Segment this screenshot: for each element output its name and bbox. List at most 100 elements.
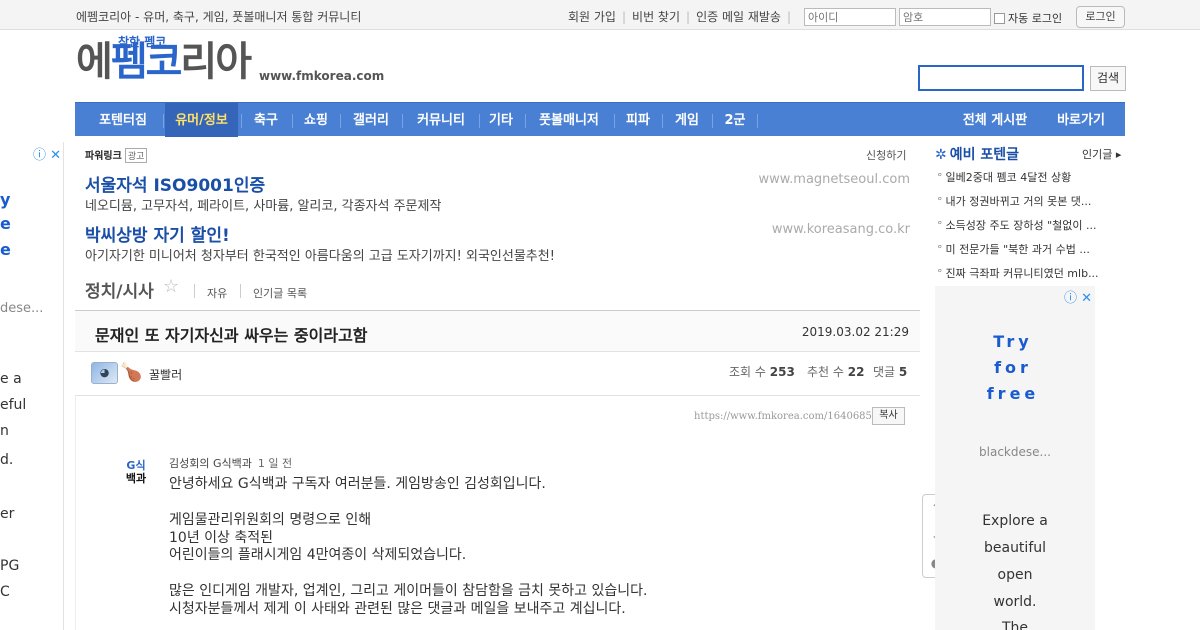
ad-text: d. (0, 452, 14, 468)
nav-item-etc[interactable]: 기타 (483, 103, 519, 137)
logo-part: 에 (76, 39, 113, 85)
votes-label: 추천 수 (807, 365, 844, 379)
site-logo[interactable]: 에펨코리아 (76, 39, 252, 85)
nav-separator (241, 114, 242, 128)
ad-text: beautiful (983, 540, 1047, 556)
bullet-icon: ° (937, 267, 943, 280)
find-password-link[interactable]: 비번 찾기 (632, 10, 680, 24)
ad-title[interactable]: 서울자석 ISO9001인증 (85, 171, 265, 196)
separator: | (786, 10, 792, 24)
comments-value: 5 (898, 365, 908, 379)
left-side-ad[interactable]: ⓘ ✕ y e e dese... e a eful n d. er PG C (0, 142, 64, 630)
ad-url[interactable]: www.magnetseoul.com (720, 172, 910, 187)
nav-item-potent[interactable]: 포텐터짐 (89, 103, 157, 137)
nav-item-fifa[interactable]: 피파 (620, 103, 656, 137)
resend-mail-link[interactable]: 인증 메일 재발송 (696, 10, 781, 24)
nav-item-game[interactable]: 게임 (668, 103, 706, 137)
nav-item-soccer[interactable]: 축구 (245, 103, 287, 137)
ad-info-icon[interactable]: ⓘ ✕ (1064, 287, 1092, 306)
nav-item-community[interactable]: 커뮤니티 (408, 103, 474, 137)
nav-item-gallery[interactable]: 갤러리 (345, 103, 397, 137)
nav-separator (662, 114, 663, 128)
potential-posts-heading: ✲ 예비 포텐글 (935, 144, 1019, 164)
ad-info-icon[interactable]: ⓘ ✕ (33, 144, 61, 163)
potential-post-item[interactable]: ° 일베2중대 펨코 4달전 상황 (937, 169, 1123, 185)
nav-item-football-manager[interactable]: 풋볼매니저 (530, 103, 608, 137)
ad-text: open (997, 567, 1033, 583)
short-url-link[interactable]: https://www.fmkorea.com/1640685863 (694, 411, 891, 422)
ad-url[interactable]: www.koreasang.co.kr (720, 222, 910, 237)
nav-separator (614, 114, 615, 128)
potential-post-item[interactable]: ° 미 전문가들 "북한 과거 수법 ... (937, 241, 1123, 257)
user-id-input[interactable] (804, 8, 896, 26)
bullet-icon: ° (937, 195, 943, 208)
board-title[interactable]: 정치/시사 (85, 277, 154, 302)
bullet-icon: ° (937, 171, 943, 184)
auto-login-checkbox[interactable]: 자동 로그인 (994, 10, 1062, 26)
nav-separator (712, 114, 713, 128)
comments-label: 댓글 (873, 365, 896, 379)
auto-login-label: 자동 로그인 (1008, 12, 1063, 25)
votes-value: 22 (847, 365, 865, 379)
ad-text: PG (0, 558, 20, 574)
channel-name: 김성회의 G식백과 (169, 457, 252, 470)
potential-post-item[interactable]: ° 진짜 극좌파 커뮤니티였던 mlb... (937, 265, 1123, 281)
nav-item-shopping[interactable]: 쇼핑 (297, 103, 335, 137)
potential-post-title: 진짜 극좌파 커뮤니티였던 mlb... (945, 267, 1099, 280)
ad-text: dese... (0, 301, 44, 316)
search-button[interactable]: 검색 (1090, 66, 1126, 91)
channel-logo-bottom: 백과 (125, 472, 147, 485)
signup-link[interactable]: 회원 가입 (568, 10, 616, 24)
channel-logo-top: G식 (126, 459, 146, 472)
ad-text: Explore a (982, 513, 1048, 529)
ad-text: C (0, 584, 10, 600)
ad-description: 아기자기한 미니어처 청자부터 한국적인 아름다움의 고급 도자기까지! 외국인… (85, 249, 555, 264)
right-side-ad[interactable]: ⓘ ✕ Try for free blackdese... Explore a … (935, 286, 1095, 630)
star-icon[interactable]: ☆ (163, 276, 179, 297)
nav-item-humor[interactable]: 유머/정보 (165, 103, 238, 137)
potential-post-item[interactable]: ° 소득성장 주도 장하성 "철없이 ... (937, 217, 1123, 233)
pin-icon: ✲ (935, 147, 947, 163)
avatar[interactable]: ◕ (91, 362, 118, 384)
password-input[interactable] (899, 8, 991, 26)
main-nav: 포텐터짐 유머/정보 축구 쇼핑 갤러리 커뮤니티 기타 풋볼매니저 피파 게임… (75, 102, 1125, 137)
bullet-icon: ° (937, 243, 943, 256)
views-label: 조회 수 (729, 365, 766, 379)
search-input[interactable] (918, 65, 1084, 91)
author-nickname[interactable]: 꿀빨러 (149, 366, 182, 383)
board-link-popular[interactable]: 인기글 목록 (253, 285, 307, 301)
potential-post-title: 일베2중대 펨코 4달전 상황 (945, 171, 1072, 184)
logo-part: 리아 (180, 39, 252, 85)
post-text-line: 시청자분들께서 제게 이 사태와 관련된 많은 댓글과 메일을 보내주고 계십니… (169, 601, 626, 617)
ad-text: e (0, 214, 11, 233)
channel-logo: G식 백과 (121, 459, 151, 489)
divider (240, 284, 241, 298)
potential-post-title: 미 전문가들 "북한 과거 수법 ... (945, 243, 1090, 256)
copy-url-button[interactable]: 복사 (872, 407, 905, 425)
chevron-right-icon: ▸ (1115, 148, 1122, 161)
ad-title[interactable]: 박씨상방 자기 할인! (85, 221, 230, 246)
potential-post-title: 소득성장 주도 장하성 "철없이 ... (945, 219, 1097, 232)
ad-brand: blackdese... (979, 445, 1051, 459)
nav-separator (292, 114, 293, 128)
nav-all-boards[interactable]: 전체 게시판 (955, 103, 1035, 137)
nav-shortcut[interactable]: 바로가기 (1047, 103, 1115, 137)
nav-item-second-league[interactable]: 2군 (718, 103, 752, 137)
post-text-line: 게임물관리위원회의 명령으로 인해 (169, 512, 372, 528)
ad-text: er (0, 506, 15, 522)
popular-more-link[interactable]: 인기글 ▸ (1082, 146, 1121, 162)
nav-separator (340, 114, 341, 128)
post-title: 문재인 또 자기자신과 싸우는 중이라고함 (95, 326, 368, 345)
account-links: 회원 가입 | 비번 찾기 | 인증 메일 재발송 | (568, 8, 797, 25)
post-header: 문재인 또 자기자신과 싸우는 중이라고함 2019.03.02 21:29 (75, 310, 920, 352)
powerlink-apply-link[interactable]: 신청하기 (866, 147, 906, 163)
checkbox-icon[interactable] (994, 13, 1005, 24)
potential-title: 예비 포텐글 (949, 147, 1020, 163)
ad-text: The (1001, 620, 1029, 630)
board-link-free[interactable]: 자유 (207, 285, 227, 301)
post-text-line: 안녕하세요 G식백과 구독자 여러분들. 게임방송인 김성회입니다. (169, 476, 546, 492)
potential-post-item[interactable]: ° 내가 정권바뀌고 거의 못본 댓... (937, 193, 1123, 209)
post-text-line: 많은 인디게임 개발자, 업계인, 그리고 게이머들이 참담함을 금치 못하고 … (169, 583, 648, 599)
login-button[interactable]: 로그인 (1076, 6, 1125, 28)
ad-text: y (0, 190, 11, 209)
